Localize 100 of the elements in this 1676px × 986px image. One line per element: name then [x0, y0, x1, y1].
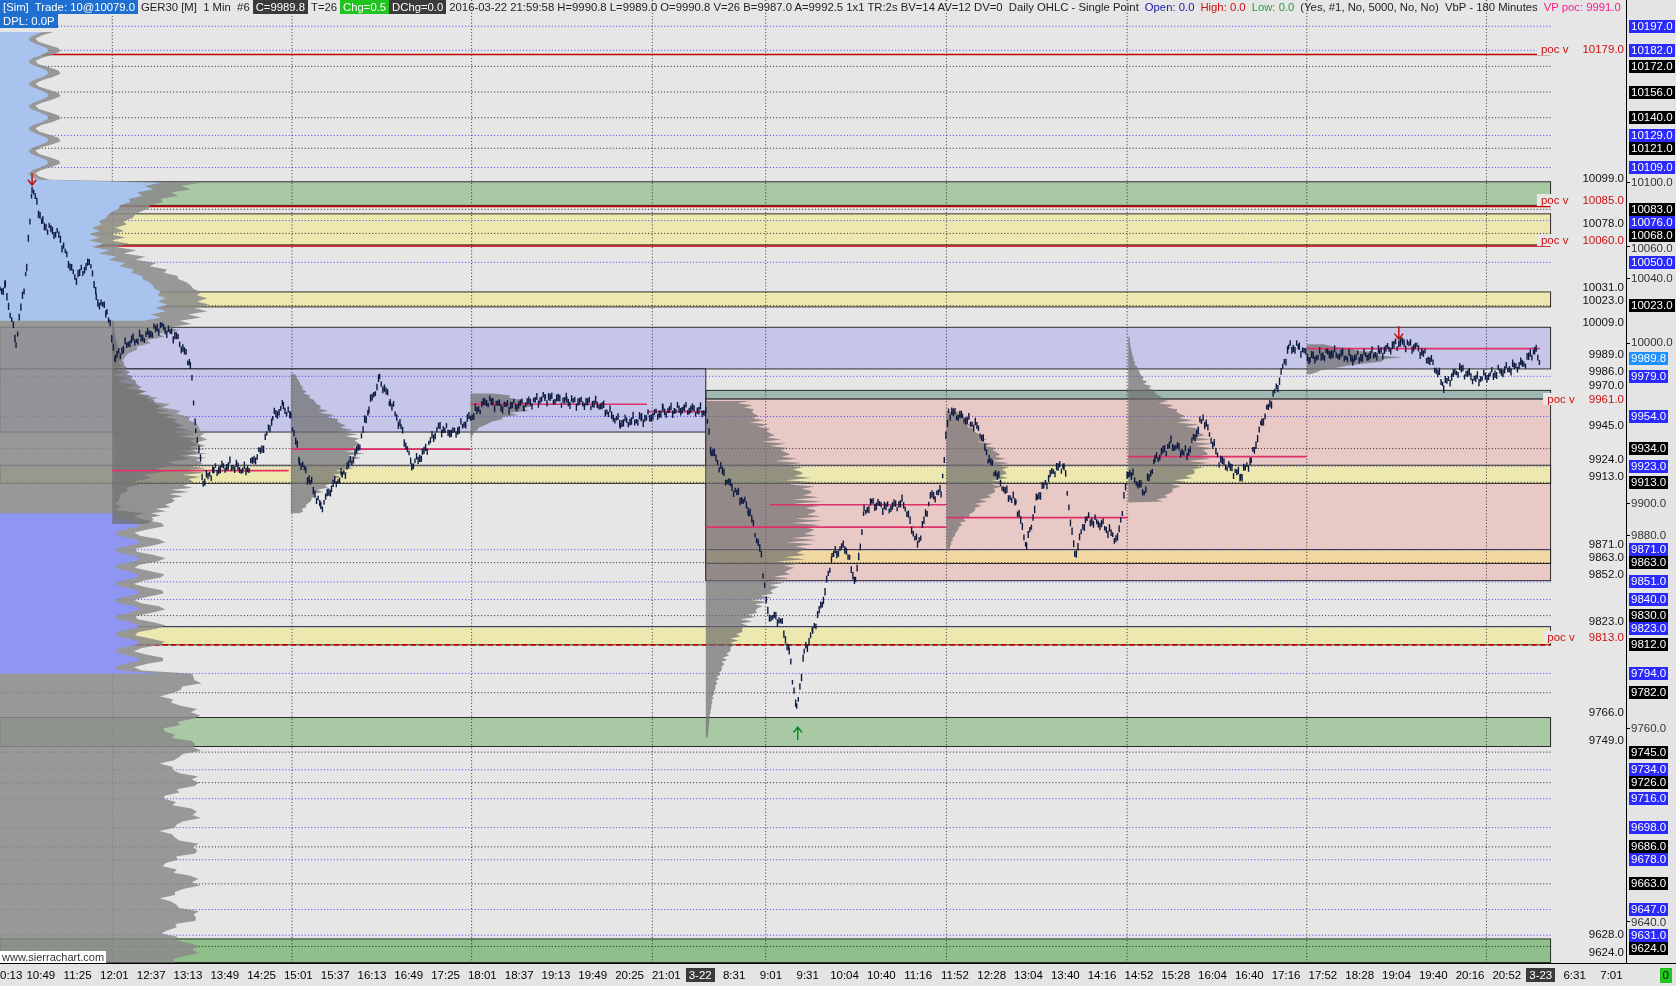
time-label: 20:16: [1455, 968, 1485, 981]
price-axis-label: 10182.0: [1629, 43, 1675, 57]
time-label: 8:31: [722, 968, 746, 981]
time-label: 11:16: [904, 968, 933, 981]
price-axis-label: 10023.0: [1629, 299, 1675, 313]
price-level-label: 10009.0: [1582, 316, 1624, 329]
time-label: 21:01: [651, 968, 681, 981]
time-label: 13:04: [1014, 968, 1043, 981]
date-label: 3-22: [685, 967, 715, 982]
website-text: www.sierrachart.com: [0, 951, 107, 963]
time-label: 9:31: [796, 968, 819, 981]
price-level-label: 9813.0: [1588, 630, 1624, 643]
price-axis-label: 9900.0: [1630, 496, 1668, 510]
time-label: 16:04: [1198, 968, 1227, 981]
status-text: Open: 0.0: [1143, 0, 1196, 14]
price-axis-label: 10140.0: [1629, 111, 1675, 125]
time-label: 16:13: [357, 968, 387, 981]
price-axis-label: 9782.0: [1629, 686, 1669, 700]
price-level-label: 9823.0: [1588, 614, 1624, 627]
time-label: 17:52: [1308, 968, 1338, 981]
price-axis-label: 10109.0: [1629, 161, 1675, 175]
price-axis-label: 9794.0: [1629, 666, 1669, 680]
price-level-label: 9989.0: [1588, 348, 1624, 361]
price-level-label: 9986.0: [1588, 365, 1624, 378]
price-level-label: 9871.0: [1588, 537, 1624, 550]
price-axis-label: 9871.0: [1629, 543, 1669, 557]
price-level-label: 9766.0: [1588, 706, 1624, 719]
price-axis-label: 10060.0: [1630, 241, 1674, 255]
price-axis-label: 9840.0: [1629, 593, 1669, 607]
status-text: VP poc: 9991.0: [1542, 0, 1622, 14]
status-text: 2016-03-22 21:59:58 H=9990.8 L=9989.0 O=9990.8 V=26 B=9987.0 A=9992.5 1x1 TR:2s BV=14 AV=12 DV=0 Daily OHLC - Single Point: [448, 0, 1140, 14]
poc-label: poc v: [1540, 194, 1569, 207]
price-level-label: 10023.0: [1582, 293, 1624, 306]
price-level-label: 10179.0: [1582, 43, 1624, 56]
price-axis-label: 9678.0: [1629, 853, 1669, 867]
price-axis-label: 10197.0: [1629, 19, 1675, 33]
price-axis-label: 9823.0: [1629, 622, 1669, 636]
time-label: 12:01: [100, 968, 129, 981]
date-label: 3-23: [1526, 967, 1556, 982]
time-label: 11:52: [940, 968, 969, 981]
time-label: 16:40: [1234, 968, 1264, 981]
time-label: 15:37: [320, 968, 350, 981]
price-level-label: 10078.0: [1582, 217, 1624, 230]
time-label: 12:28: [977, 968, 1007, 981]
price-axis-label: 10129.0: [1629, 128, 1675, 142]
price-axis-label: 9640.0: [1630, 916, 1668, 929]
price-axis-label: 10050.0: [1629, 255, 1675, 269]
status-text: Chg=0.5: [340, 0, 390, 14]
poc-line: [646, 410, 707, 413]
time-label: 17:16: [1271, 968, 1301, 981]
poc-label: poc v: [1540, 43, 1569, 56]
time-label: 18:37: [504, 968, 534, 981]
price-axis-label: 9760.0: [1630, 721, 1668, 735]
poc-label: poc v: [1540, 234, 1569, 247]
price-axis-label: 9631.0: [1629, 929, 1669, 942]
price-axis-label: 10172.0: [1629, 59, 1675, 73]
price-axis-label: 9726.0: [1629, 776, 1669, 790]
price-axis-label: 9745.0: [1629, 745, 1669, 759]
price-axis-label: 9663.0: [1629, 877, 1669, 891]
price-axis-label: 9624.0: [1629, 942, 1669, 955]
status-text: Low: 0.0: [1250, 0, 1296, 14]
price-axis-label: 9734.0: [1629, 763, 1669, 777]
status-text: C=9989.8: [252, 0, 308, 14]
status-badge: 0: [1659, 967, 1672, 983]
poc-label: poc v: [1547, 630, 1575, 643]
time-label: 6:31: [1563, 968, 1586, 981]
price-level-label: 9863.0: [1588, 550, 1624, 563]
status-text: T=26: [310, 0, 339, 14]
price-level-label: 10099.0: [1582, 171, 1624, 184]
price-level-label: 10031.0: [1582, 280, 1624, 293]
time-label: 19:04: [1382, 968, 1411, 981]
time-label: 15:28: [1161, 968, 1191, 981]
time-label: 15:01: [283, 968, 313, 981]
time-label: 17:25: [431, 968, 460, 981]
price-level-label: 9945.0: [1588, 418, 1624, 431]
price-axis-label: 9686.0: [1629, 840, 1669, 854]
price-level-label: 9913.0: [1588, 470, 1624, 483]
time-label: 0:13: [0, 968, 23, 981]
price-axis-label: 9716.0: [1629, 792, 1669, 806]
time-label: 14:52: [1124, 968, 1154, 981]
time-label: 20:52: [1492, 968, 1522, 981]
price-level-label: 9970.0: [1588, 378, 1624, 391]
time-label: 7:01: [1600, 968, 1623, 981]
time-label: 19:13: [541, 968, 571, 981]
status-text: DChg=0.0: [389, 0, 447, 14]
price-level-label: 9749.0: [1588, 733, 1624, 746]
price-axis-label: 9913.0: [1629, 475, 1669, 489]
price-axis-label: 9934.0: [1629, 442, 1669, 456]
time-label: 10:04: [830, 968, 859, 981]
price-level-label: 9924.0: [1588, 452, 1624, 465]
arrow-up-icon: [792, 726, 803, 741]
time-label: 11:25: [63, 968, 92, 981]
time-label: 13:13: [173, 968, 203, 981]
time-label: 10:49: [26, 968, 56, 981]
poc-label: poc v: [1547, 393, 1575, 406]
price-axis-label: 9923.0: [1629, 459, 1669, 473]
price-axis-label: 9647.0: [1629, 903, 1669, 916]
price-axis-label: 9812.0: [1629, 638, 1669, 651]
time-label: 12:37: [136, 968, 166, 981]
status-text: GER30 [M] 1 Min #6: [140, 0, 251, 14]
